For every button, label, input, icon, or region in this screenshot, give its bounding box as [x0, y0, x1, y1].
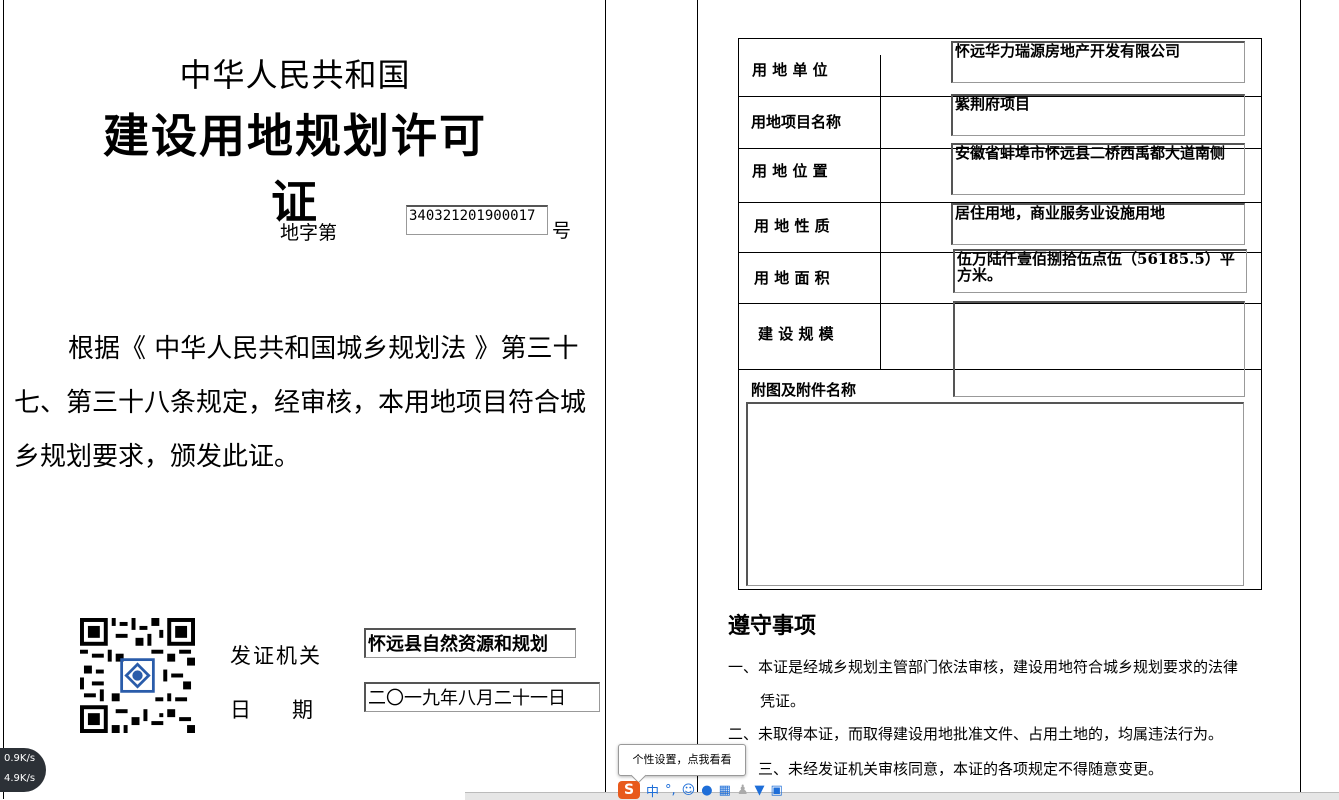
mic-icon[interactable]: ●: [701, 783, 712, 798]
date-label-char-2: 期: [292, 698, 313, 722]
left-page-border: [3, 0, 4, 799]
sogou-logo-icon[interactable]: S: [618, 781, 640, 799]
upload-speed: 0.9K/s: [4, 753, 36, 764]
ime-mode-toggle[interactable]: 中: [646, 781, 659, 800]
punctuation-toggle[interactable]: °,: [665, 783, 676, 798]
ime-toolbar[interactable]: S 中 °, ☺ ● ▦ ♟ ▼ ▣: [618, 781, 828, 800]
certificate-number-field[interactable]: 340321201900017: [406, 205, 548, 235]
label-project-name: 用地项目名称: [751, 113, 842, 131]
label-land-use: 用 地 性 质: [754, 217, 830, 235]
note-2: 二、未取得本证，而取得建设用地批准文件、占用土地的，均属违法行为。: [728, 725, 1224, 743]
smile-icon[interactable]: ☺: [682, 783, 696, 798]
basis-text: 根据《 中华人民共和国城乡规划法 》第三十七、第三十八条规定，经审核，本用地项目…: [14, 334, 587, 472]
value-land-area[interactable]: 伍万陆仟壹佰捌拾伍点伍（56185.5）平方米。: [953, 249, 1247, 293]
download-speed: 4.9K/s: [4, 773, 36, 784]
issuer-label: 发证机关: [230, 644, 322, 668]
qr-code: [80, 618, 195, 733]
value-construction-scale[interactable]: [953, 301, 1245, 397]
date-field[interactable]: 二〇一九年八月二十一日: [364, 682, 600, 712]
number-suffix: 号: [552, 220, 572, 242]
note-1: 一、本证是经城乡规划主管部门依法审核，建设用地符合城乡规划要求的法律: [728, 658, 1239, 676]
certificate-country-title: 中华人民共和国: [179, 56, 411, 94]
label-attachments: 附图及附件名称: [751, 381, 857, 399]
date-label-char-1: 日: [230, 698, 251, 722]
ime-tooltip[interactable]: 个性设置，点我看看: [618, 744, 746, 776]
value-land-unit[interactable]: 怀远华力瑞源房地产开发有限公司: [951, 41, 1245, 83]
keyboard-icon[interactable]: ▦: [719, 783, 731, 798]
number-prefix: 地字第: [280, 222, 338, 244]
grid-icon[interactable]: ▣: [771, 783, 783, 798]
label-land-area: 用 地 面 积: [754, 269, 830, 287]
network-speed-widget[interactable]: 0.9K/s 4.9K/s: [0, 748, 46, 792]
user-icon[interactable]: ♟: [737, 783, 749, 798]
notes-title: 遵守事项: [728, 614, 817, 639]
note-1-continued: 凭证。: [760, 692, 806, 710]
label-land-unit: 用 地 单 位: [752, 61, 828, 79]
note-3: 三、未经发证机关审核同意，本证的各项规定不得随意变更。: [728, 758, 1164, 779]
value-project-name[interactable]: 紫荆府项目: [951, 94, 1245, 136]
right-page-border-left: [697, 0, 698, 799]
label-construction-scale: 建 设 规 模: [758, 325, 834, 343]
value-land-use[interactable]: 居住用地，商业服务业设施用地: [951, 203, 1245, 245]
shirt-icon[interactable]: ▼: [755, 783, 765, 798]
issuer-field[interactable]: 怀远县自然资源和规划: [364, 628, 576, 658]
date-label: 日期: [230, 694, 354, 724]
column-divider: [880, 55, 881, 369]
label-location: 用 地 位 置: [752, 162, 828, 180]
value-attachments[interactable]: [746, 402, 1244, 586]
value-location[interactable]: 安徽省蚌埠市怀远县二桥西禹都大道南侧: [951, 143, 1245, 195]
left-page-border-right: [605, 0, 606, 799]
right-page-border-right: [1300, 0, 1301, 799]
basis-paragraph: 根据《 中华人民共和国城乡规划法 》第三十七、第三十八条规定，经审核，本用地项目…: [14, 322, 604, 484]
land-info-table: 用 地 单 位 用地项目名称 用 地 位 置 用 地 性 质 用 地 面 积 建…: [738, 38, 1262, 590]
